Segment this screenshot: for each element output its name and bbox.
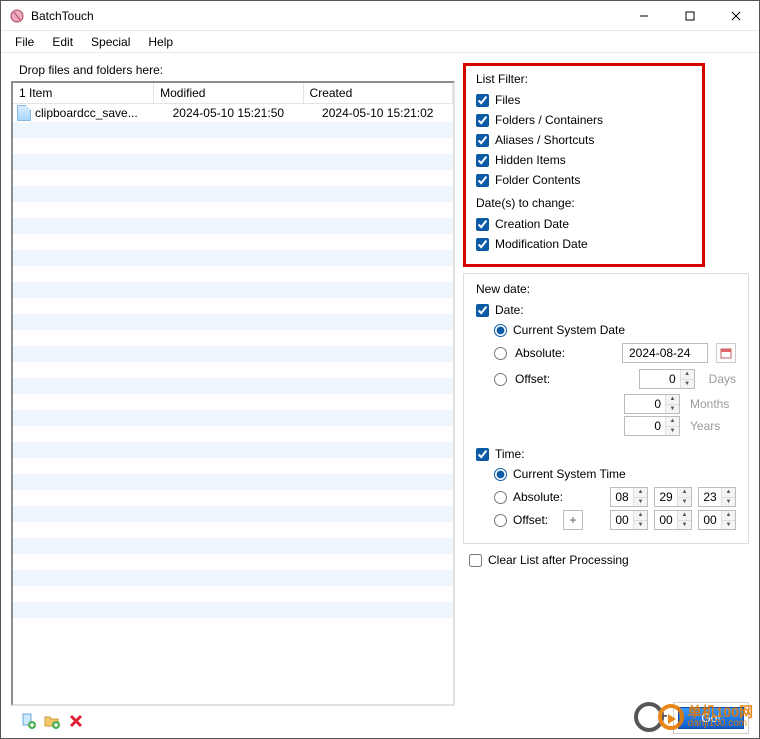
check-modification[interactable] [476,238,489,251]
check-date[interactable] [476,304,489,317]
remove-button[interactable] [67,712,85,730]
check-aliases-label: Aliases / Shortcuts [495,133,594,147]
content-area: Drop files and folders here: 1 Item Modi… [1,53,759,738]
drop-label: Drop files and folders here: [19,63,455,77]
radio-offset-date-label: Offset: [515,372,585,386]
radio-absolute-time-label: Absolute: [513,490,583,504]
check-modification-label: Modification Date [495,237,588,251]
menu-edit[interactable]: Edit [44,33,81,51]
table-row[interactable]: clipboardcc_save... 2024-05-10 15:21:50 … [13,103,453,122]
time-offset-minute-field[interactable]: ▲▼ [654,510,692,530]
menu-file[interactable]: File [7,33,42,51]
go-button-container: Go! [673,702,749,734]
check-creation-label: Creation Date [495,217,569,231]
offset-sign-button[interactable]: + [563,510,583,530]
absolute-date-input[interactable] [622,343,708,363]
list-filter-title: List Filter: [476,72,692,86]
col-created[interactable]: Created [303,83,452,103]
offset-years-suffix: Years [690,419,736,433]
check-clear-list-label: Clear List after Processing [488,553,629,567]
radio-current-time-label: Current System Time [513,467,626,481]
offset-years-field[interactable]: ▲▼ [624,416,680,436]
check-time-label: Time: [495,447,525,461]
toolstrip [11,706,455,732]
menu-bar: File Edit Special Help [1,31,759,53]
check-hidden-label: Hidden Items [495,153,566,167]
new-date-panel: New date: Date: Current System Date Abso… [463,273,749,544]
radio-absolute-date[interactable] [494,347,507,360]
check-hidden[interactable] [476,154,489,167]
check-contents-label: Folder Contents [495,173,580,187]
check-aliases[interactable] [476,134,489,147]
file-table: 1 Item Modified Created clipboardcc_save… [13,83,453,634]
minimize-button[interactable] [621,1,667,31]
check-creation[interactable] [476,218,489,231]
right-pane: List Filter: Files Folders / Containers … [463,63,749,732]
check-contents[interactable] [476,174,489,187]
calendar-icon[interactable] [716,343,736,363]
radio-offset-time[interactable] [494,514,507,527]
file-modified: 2024-05-10 15:21:50 [154,103,303,122]
offset-months-suffix: Months [690,397,736,411]
menu-help[interactable]: Help [140,33,181,51]
add-folder-button[interactable] [43,712,61,730]
time-hour-field[interactable]: ▲▼ [610,487,648,507]
offset-days-suffix: Days [709,372,736,386]
time-offset-hour-field[interactable]: ▲▼ [610,510,648,530]
add-file-button[interactable] [19,712,37,730]
check-clear-list[interactable] [469,554,482,567]
title-bar: BatchTouch [1,1,759,31]
radio-offset-time-label: Offset: [513,513,557,527]
radio-offset-date[interactable] [494,373,507,386]
radio-current-date[interactable] [494,324,507,337]
radio-absolute-time[interactable] [494,491,507,504]
list-filter-panel: List Filter: Files Folders / Containers … [463,63,705,267]
check-folders-label: Folders / Containers [495,113,603,127]
check-date-label: Date: [495,303,524,317]
time-offset-second-field[interactable]: ▲▼ [698,510,736,530]
file-list[interactable]: 1 Item Modified Created clipboardcc_save… [11,81,455,706]
new-date-title: New date: [476,282,736,296]
file-icon [17,105,31,121]
offset-months-field[interactable]: ▲▼ [624,394,680,414]
window-buttons [621,1,759,31]
col-modified[interactable]: Modified [154,83,303,103]
check-files-label: Files [495,93,520,107]
check-files[interactable] [476,94,489,107]
close-button[interactable] [713,1,759,31]
window-title: BatchTouch [31,9,94,23]
left-pane: Drop files and folders here: 1 Item Modi… [11,63,455,732]
app-icon [9,8,25,24]
time-second-field[interactable]: ▲▼ [698,487,736,507]
menu-special[interactable]: Special [83,33,138,51]
check-time[interactable] [476,448,489,461]
radio-current-date-label: Current System Date [513,323,625,337]
radio-absolute-date-label: Absolute: [515,346,585,360]
file-created: 2024-05-10 15:21:02 [303,103,452,122]
radio-current-time[interactable] [494,468,507,481]
offset-days-field[interactable]: ▲▼ [639,369,695,389]
dates-to-change-title: Date(s) to change: [476,196,692,210]
maximize-button[interactable] [667,1,713,31]
col-count[interactable]: 1 Item [13,83,154,103]
file-name: clipboardcc_save... [35,106,138,120]
go-button[interactable]: Go! [678,707,744,729]
check-folders[interactable] [476,114,489,127]
time-minute-field[interactable]: ▲▼ [654,487,692,507]
